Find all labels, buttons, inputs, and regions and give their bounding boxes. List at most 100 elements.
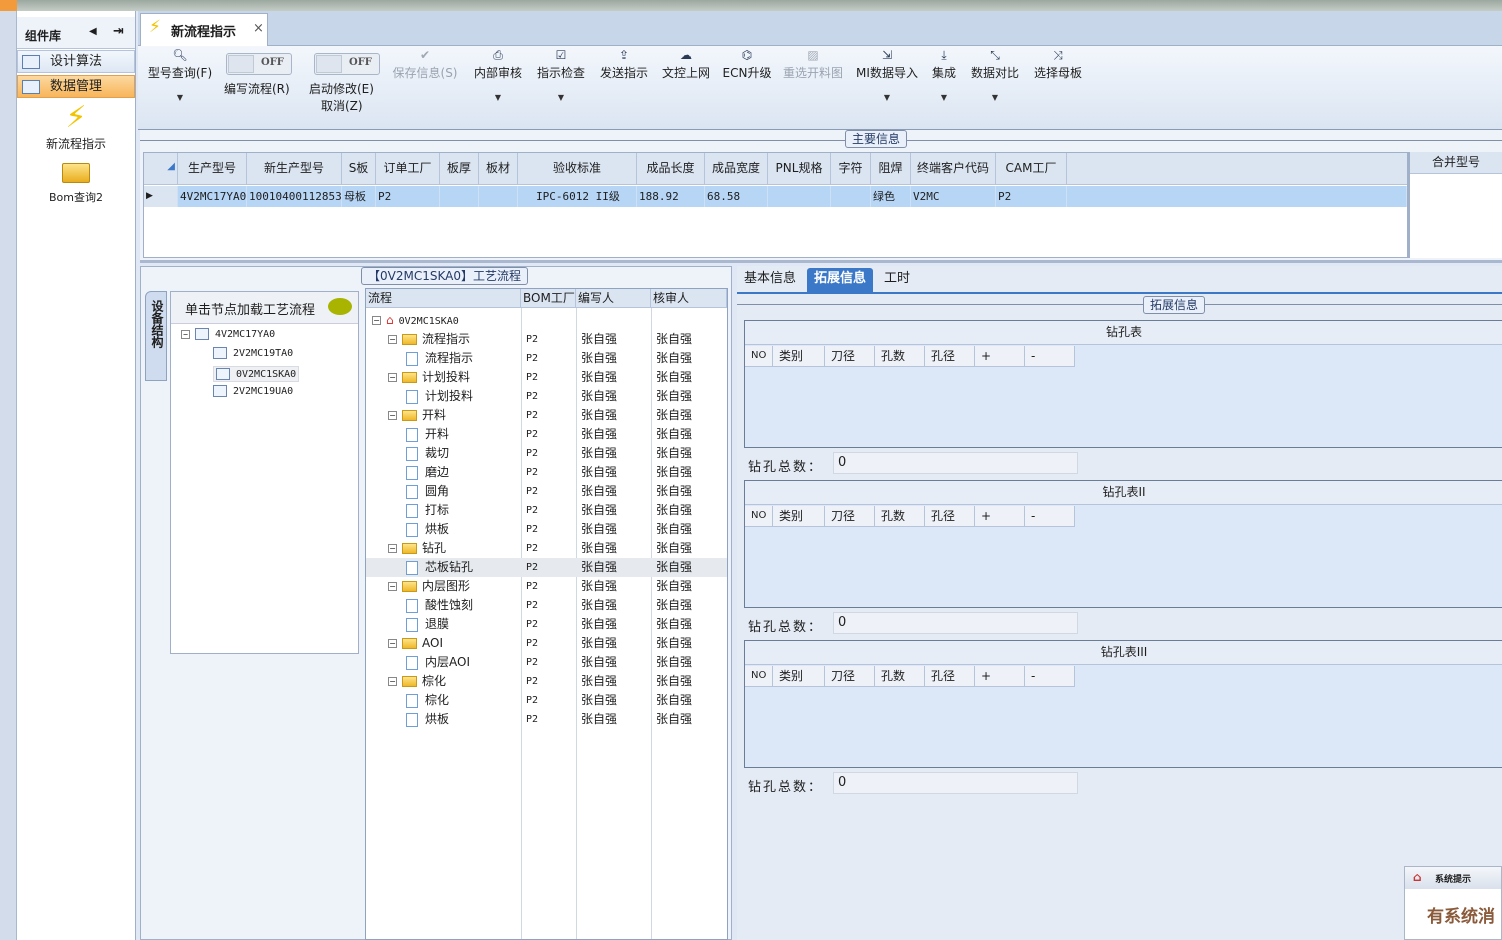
flow-column-header[interactable]: BOM工厂	[521, 289, 576, 308]
toolbar-button-10[interactable]: ⤨ 选择母板	[1034, 48, 1082, 81]
column-header[interactable]: PNL规格	[768, 153, 831, 185]
flow-row[interactable]: − 棕化 P2 张自强 张自强	[366, 672, 727, 691]
flow-column-header[interactable]: 编写人	[576, 289, 651, 308]
drill-column-header[interactable]: NO	[745, 506, 773, 527]
write-flow-toggle[interactable]: OFF	[226, 53, 292, 75]
system-notification-popup[interactable]: ⌂ 系统提示 有系统消	[1404, 866, 1502, 940]
column-header[interactable]: 终端客户代码	[911, 153, 996, 185]
tab-2[interactable]: 工时	[877, 268, 917, 292]
collapse-icon[interactable]: −	[388, 639, 397, 648]
grid-cell[interactable]: 10010400112853	[247, 186, 342, 207]
collapse-icon[interactable]: −	[372, 316, 381, 325]
tree-node[interactable]: 0V2MC1SKA0	[213, 366, 300, 382]
toolbar-button-5[interactable]: ⌬ ECN升级	[723, 48, 772, 81]
grid-cell[interactable]: 68.58	[705, 186, 768, 207]
dropdown-arrow-icon[interactable]: ▼	[856, 93, 918, 102]
dropdown-arrow-icon[interactable]: ▼	[474, 93, 522, 102]
collapse-icon[interactable]: −	[181, 329, 190, 339]
flow-row[interactable]: 内层AOI P2 张自强 张自强	[366, 653, 727, 672]
collapse-icon[interactable]: −	[388, 335, 397, 344]
drill-column-header[interactable]: -	[1025, 346, 1075, 367]
drill-column-header[interactable]: +	[975, 506, 1025, 527]
grid-cell[interactable]: 4V2MC17YA0	[178, 186, 247, 207]
grid-cell[interactable]: 母板	[342, 186, 376, 207]
flow-root-node[interactable]: − ⌂ 0V2MC1SKA0	[366, 311, 727, 330]
toolbar-button-8[interactable]: ⤓ 集成 ▼	[932, 48, 956, 102]
tab-device-structure[interactable]: 设备结构	[145, 291, 167, 381]
grid-cell[interactable]	[440, 186, 479, 207]
grid-cell[interactable]: 188.92	[637, 186, 705, 207]
flow-row[interactable]: 开料 P2 张自强 张自强	[366, 425, 727, 444]
flow-row[interactable]: 打标 P2 张自强 张自强	[366, 501, 727, 520]
drill-column-header[interactable]: +	[975, 666, 1025, 687]
flow-row[interactable]: 烘板 P2 张自强 张自强	[366, 710, 727, 729]
collapse-icon[interactable]: −	[388, 411, 397, 420]
flow-row[interactable]: 磨边 P2 张自强 张自强	[366, 463, 727, 482]
grid-cell[interactable]	[768, 186, 831, 207]
tab-1[interactable]: 拓展信息	[807, 268, 874, 292]
collapse-icon[interactable]: −	[388, 544, 397, 553]
drill-column-header[interactable]: 孔径	[925, 666, 975, 687]
flow-row[interactable]: 棕化 P2 张自强 张自强	[366, 691, 727, 710]
column-header[interactable]: 板厚	[440, 153, 479, 185]
grid-cell[interactable]	[479, 186, 518, 207]
toolbar-button-4[interactable]: ☁ 文控上网	[662, 48, 710, 81]
drill-column-header[interactable]: NO	[745, 666, 773, 687]
flow-row[interactable]: − 内层图形 P2 张自强 张自强	[366, 577, 727, 596]
toolbar-button-1[interactable]: ⎙ 内部审核 ▼	[474, 48, 522, 102]
flow-row[interactable]: 圆角 P2 张自强 张自强	[366, 482, 727, 501]
sidebar-item-data-management[interactable]: 数据管理	[17, 75, 135, 98]
flow-row[interactable]: 计划投料 P2 张自强 张自强	[366, 387, 727, 406]
grid-corner[interactable]: ◢	[144, 153, 178, 185]
flow-row[interactable]: 烘板 P2 张自强 张自强	[366, 520, 727, 539]
modify-toggle[interactable]: OFF	[314, 53, 380, 75]
column-header[interactable]: 新生产型号	[247, 153, 342, 185]
launcher-new-flow[interactable]: ⚡ 新流程指示	[17, 101, 135, 152]
flow-row[interactable]: − 开料 P2 张自强 张自强	[366, 406, 727, 425]
drill-column-header[interactable]: 刀径	[825, 346, 875, 367]
drill-column-header[interactable]: +	[975, 346, 1025, 367]
column-header[interactable]: 成品长度	[637, 153, 705, 185]
dropdown-arrow-icon[interactable]: ▼	[537, 93, 585, 102]
tab-0[interactable]: 基本信息	[737, 268, 803, 292]
drill-column-header[interactable]: 类别	[773, 346, 825, 367]
flow-column-header[interactable]: 流程	[366, 289, 521, 308]
grid-cell[interactable]	[831, 186, 871, 207]
toolbar-button-9[interactable]: ⤡ 数据对比 ▼	[971, 48, 1019, 102]
drill-column-header[interactable]: 刀径	[825, 666, 875, 687]
launcher-bom-query[interactable]: Bom查询2	[17, 163, 135, 205]
column-header[interactable]: 字符	[831, 153, 871, 185]
drill-column-header[interactable]: 类别	[773, 506, 825, 527]
drill-column-header[interactable]: -	[1025, 506, 1075, 527]
column-header[interactable]: 板材	[479, 153, 518, 185]
drill-column-header[interactable]: 孔数	[875, 346, 925, 367]
grid-cell[interactable]: P2	[996, 186, 1067, 207]
grid-cell[interactable]: P2	[376, 186, 440, 207]
toolbar-button-0[interactable]: ✔ 保存信息(S)	[393, 48, 458, 81]
flow-row[interactable]: − 钻孔 P2 张自强 张自强	[366, 539, 727, 558]
column-header[interactable]: 成品宽度	[705, 153, 768, 185]
row-indicator[interactable]: ▶	[144, 186, 178, 207]
tab-new-flow[interactable]: ⚡ 新流程指示 ×	[140, 13, 268, 46]
tree-node[interactable]: − 4V2MC17YA0	[181, 328, 275, 340]
flow-row[interactable]: 酸性蚀刻 P2 张自强 张自强	[366, 596, 727, 615]
pin-icon[interactable]: ⇥	[113, 24, 124, 39]
flow-row[interactable]: 芯板钻孔 P2 张自强 张自强	[366, 558, 727, 577]
flow-row[interactable]: 流程指示 P2 张自强 张自强	[366, 349, 727, 368]
tree-node[interactable]: 2V2MC19TA0	[213, 347, 293, 359]
dropdown-arrow-icon[interactable]: ▼	[971, 93, 1019, 102]
drill-column-header[interactable]: NO	[745, 346, 773, 367]
toolbar-button-7[interactable]: ⇲ MI数据导入 ▼	[856, 48, 918, 102]
toolbar-button-2[interactable]: ☑ 指示检查 ▼	[537, 48, 585, 102]
drill-column-header[interactable]: 类别	[773, 666, 825, 687]
drill-column-header[interactable]: 孔径	[925, 346, 975, 367]
flow-row[interactable]: − 流程指示 P2 张自强 张自强	[366, 330, 727, 349]
column-header[interactable]: S板	[342, 153, 376, 185]
flow-row[interactable]: 裁切 P2 张自强 张自强	[366, 444, 727, 463]
column-header[interactable]: 验收标准	[518, 153, 637, 185]
grid-cell[interactable]: V2MC	[911, 186, 996, 207]
collapse-left-icon[interactable]: ◀	[89, 26, 97, 37]
close-tab-icon[interactable]: ×	[253, 21, 264, 36]
column-header[interactable]: CAM工厂	[996, 153, 1067, 185]
column-header[interactable]: 订单工厂	[376, 153, 440, 185]
